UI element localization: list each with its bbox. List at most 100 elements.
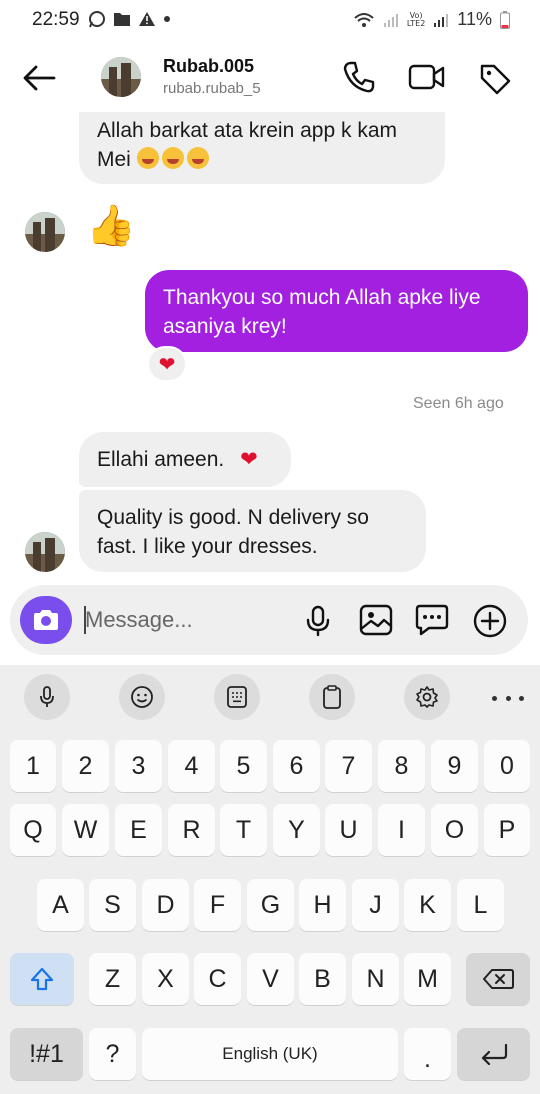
keyboard-voice-button[interactable]: [24, 674, 70, 720]
keypad-icon: [227, 686, 247, 708]
clipboard-button[interactable]: [309, 674, 355, 720]
received-message[interactable]: Allah barkat ata krein app k kam Mei: [79, 112, 445, 184]
key-4[interactable]: 4: [168, 740, 215, 792]
message-text: fast. I like your dresses.: [97, 535, 318, 558]
contact-handle[interactable]: rubab.rubab_5: [163, 80, 261, 97]
contact-name[interactable]: Rubab.005: [163, 56, 254, 77]
volte-indicator: Vo) LTE2: [406, 10, 426, 28]
key-5[interactable]: 5: [220, 740, 267, 792]
thumbs-up-emoji[interactable]: 👍: [86, 200, 136, 252]
microphone-icon: [40, 686, 54, 707]
key-b[interactable]: B: [299, 953, 346, 1005]
key-c[interactable]: C: [194, 953, 241, 1005]
key-a[interactable]: A: [37, 879, 84, 931]
dot-icon: [164, 16, 170, 22]
battery-percent: 11%: [457, 9, 492, 29]
key-s[interactable]: S: [89, 879, 136, 931]
message-text: Quality is good. N delivery so: [97, 506, 369, 529]
plus-icon[interactable]: [473, 604, 507, 638]
key-d[interactable]: D: [142, 879, 189, 931]
key-3[interactable]: 3: [115, 740, 162, 792]
key-m[interactable]: M: [404, 953, 451, 1005]
key-q[interactable]: Q: [10, 804, 56, 856]
key-i[interactable]: I: [378, 804, 425, 856]
key-t[interactable]: T: [220, 804, 267, 856]
smiling-hearts-emoji: [161, 147, 184, 169]
key-h[interactable]: H: [299, 879, 346, 931]
backspace-icon: [483, 969, 514, 989]
key-2[interactable]: 2: [62, 740, 109, 792]
seen-status: Seen 6h ago: [413, 395, 504, 412]
contact-avatar[interactable]: [101, 57, 141, 97]
key-j[interactable]: J: [352, 879, 399, 931]
period-key[interactable]: .: [404, 1028, 451, 1080]
key-9[interactable]: 9: [431, 740, 478, 792]
more-options-icon[interactable]: [492, 683, 524, 713]
phone-icon[interactable]: [342, 60, 376, 94]
video-call-icon[interactable]: [408, 62, 446, 92]
key-w[interactable]: W: [62, 804, 109, 856]
key-y[interactable]: Y: [273, 804, 320, 856]
key-v[interactable]: V: [247, 953, 294, 1005]
smiley-icon: [131, 686, 153, 708]
key-g[interactable]: G: [247, 879, 294, 931]
status-time: 22:59: [32, 9, 80, 30]
signal-icon: [383, 13, 398, 27]
camera-icon: [34, 610, 58, 630]
received-message[interactable]: Quality is good. N delivery so fast. I l…: [79, 490, 426, 572]
status-bar: 22:59 Vo) LTE2 11%: [0, 0, 540, 42]
key-e[interactable]: E: [115, 804, 162, 856]
key-o[interactable]: O: [431, 804, 478, 856]
message-text: Allah barkat ata krein app k kam: [97, 119, 397, 142]
key-l[interactable]: L: [457, 879, 504, 931]
message-text: asaniya krey!: [163, 315, 287, 338]
key-6[interactable]: 6: [273, 740, 320, 792]
whatsapp-icon: [89, 11, 105, 28]
heart-emoji: ❤: [240, 447, 258, 471]
settings-button[interactable]: [404, 674, 450, 720]
key-n[interactable]: N: [352, 953, 399, 1005]
smiling-hearts-emoji: [136, 147, 159, 169]
key-f[interactable]: F: [194, 879, 241, 931]
emoji-button[interactable]: [119, 674, 165, 720]
question-key[interactable]: ?: [89, 1028, 136, 1080]
key-u[interactable]: U: [325, 804, 372, 856]
sender-avatar[interactable]: [25, 532, 65, 572]
key-1[interactable]: 1: [10, 740, 56, 792]
folder-icon: [114, 13, 130, 26]
key-0[interactable]: 0: [484, 740, 530, 792]
microphone-icon[interactable]: [304, 605, 332, 637]
key-x[interactable]: X: [142, 953, 189, 1005]
heart-reaction[interactable]: ❤: [147, 346, 187, 382]
enter-key[interactable]: [457, 1028, 530, 1080]
keyboard: 1 2 3 4 5 6 7 8 9 0 Q W E R T Y U I O P …: [0, 665, 540, 1094]
received-message[interactable]: Ellahi ameen. ❤: [79, 432, 291, 487]
camera-button[interactable]: [20, 596, 72, 644]
key-7[interactable]: 7: [325, 740, 372, 792]
gear-icon: [416, 686, 438, 708]
tag-icon[interactable]: [478, 62, 512, 96]
symbols-key[interactable]: !#1: [10, 1028, 83, 1080]
backspace-key[interactable]: [466, 953, 530, 1005]
signal-icon-2: [434, 13, 449, 27]
key-z[interactable]: Z: [89, 953, 136, 1005]
message-composer: [10, 585, 528, 655]
enter-arrow-icon: [481, 1043, 507, 1065]
shift-key[interactable]: [10, 953, 74, 1005]
gallery-icon[interactable]: [359, 604, 393, 636]
clipboard-icon: [323, 685, 341, 709]
back-arrow-icon[interactable]: [22, 64, 56, 92]
key-p[interactable]: P: [484, 804, 530, 856]
smiling-hearts-emoji: [186, 147, 209, 169]
keyboard-mode-button[interactable]: [214, 674, 260, 720]
key-8[interactable]: 8: [378, 740, 425, 792]
key-k[interactable]: K: [404, 879, 451, 931]
message-text: Thankyou so much Allah apke liye: [163, 286, 481, 309]
sent-message[interactable]: Thankyou so much Allah apke liye asaniya…: [145, 270, 528, 352]
space-key[interactable]: English (UK): [142, 1028, 398, 1080]
sender-avatar[interactable]: [25, 212, 65, 252]
key-r[interactable]: R: [168, 804, 215, 856]
message-input[interactable]: [85, 603, 285, 637]
sticker-chat-icon[interactable]: [415, 604, 449, 636]
chat-header: Rubab.005 rubab.rubab_5: [0, 42, 540, 116]
